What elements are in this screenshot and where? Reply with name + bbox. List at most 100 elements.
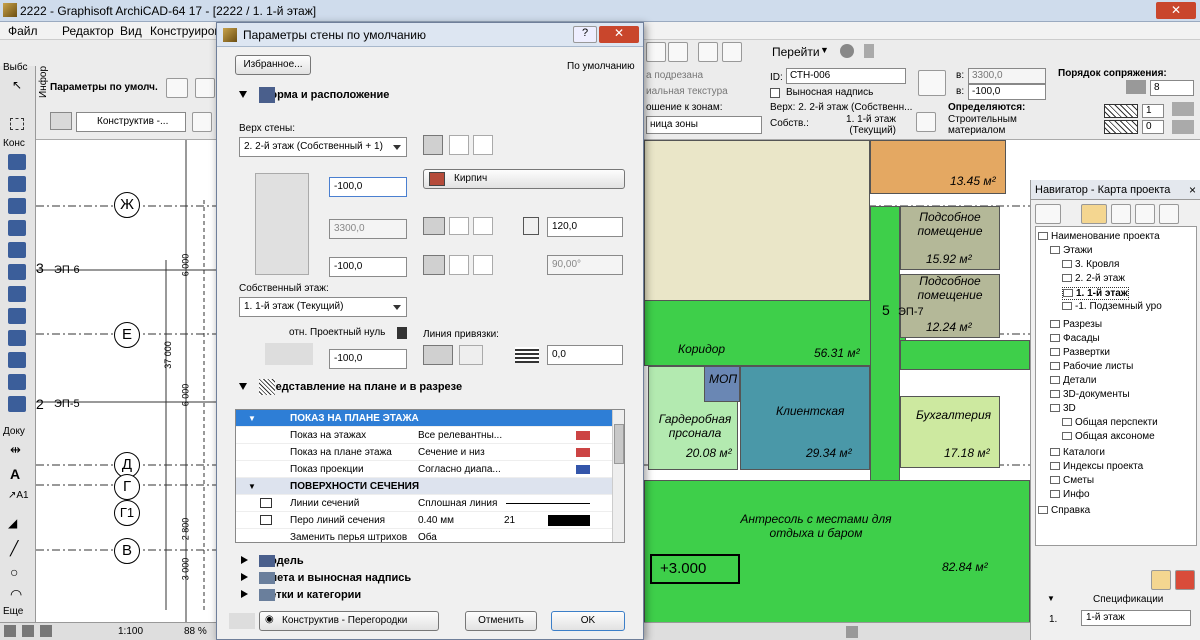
bottom-offset-field[interactable]: -100,0 bbox=[329, 257, 407, 277]
pen1-field[interactable]: 1 bbox=[1142, 104, 1164, 118]
toolbar-button-4[interactable] bbox=[722, 42, 742, 62]
tree-item[interactable]: Общая перспекти bbox=[1062, 417, 1158, 428]
section-plan-section[interactable]: Представление на плане и в разрезе bbox=[221, 379, 639, 395]
beam-icon[interactable] bbox=[8, 198, 26, 214]
room-green-small[interactable] bbox=[900, 340, 1030, 370]
straight-wall-icon[interactable] bbox=[423, 135, 443, 155]
mesh-icon[interactable] bbox=[8, 352, 26, 368]
tree-item[interactable]: 3D-документы bbox=[1050, 389, 1130, 400]
basic-wall-icon[interactable] bbox=[423, 217, 445, 235]
reference-line-select[interactable] bbox=[423, 345, 453, 365]
base-elevation-field[interactable]: -100,0 bbox=[329, 349, 407, 369]
line-icon[interactable]: ╱ bbox=[10, 540, 18, 557]
tree-item[interactable]: Справка bbox=[1038, 505, 1090, 516]
door-icon[interactable] bbox=[8, 242, 26, 258]
pen-color-1-icon[interactable] bbox=[1172, 102, 1194, 116]
join-order-field[interactable]: 8 bbox=[1150, 80, 1194, 96]
section-tags[interactable]: Метки и категории bbox=[221, 587, 639, 603]
profile-wall-icon[interactable] bbox=[473, 217, 493, 235]
column-icon[interactable] bbox=[8, 176, 26, 192]
toolbar-button-1[interactable] bbox=[646, 42, 666, 62]
own-story-select[interactable]: 1. 1-й этаж (Текущий) bbox=[239, 297, 407, 317]
tree-item-current[interactable]: 1. 1-й этаж bbox=[1062, 287, 1129, 300]
tree-item[interactable]: Наименование проекта bbox=[1038, 231, 1160, 242]
dialog-help-button[interactable]: ? bbox=[573, 26, 597, 43]
table-row[interactable]: Показ на плане этажа Сечение и низ bbox=[236, 444, 612, 461]
navigator-close-button[interactable]: × bbox=[1189, 183, 1196, 197]
tree-item[interactable]: Этажи bbox=[1050, 245, 1093, 256]
label-checkbox[interactable] bbox=[770, 88, 780, 98]
status-icon-3[interactable] bbox=[40, 625, 52, 637]
grid-axis-g[interactable]: Г bbox=[114, 474, 140, 500]
marquee-icon[interactable] bbox=[10, 118, 24, 130]
window-icon[interactable] bbox=[8, 220, 26, 236]
toolbar-button-2[interactable] bbox=[668, 42, 688, 62]
arrow-icon[interactable]: ↖ bbox=[12, 78, 22, 92]
cancel-button[interactable]: Отменить bbox=[465, 611, 537, 631]
table-row[interactable]: ▼ ПОВЕРХНОСТИ СЕЧЕНИЯ bbox=[236, 478, 612, 495]
spec-value-field[interactable]: 1-й этаж bbox=[1081, 610, 1191, 626]
wall-icon[interactable] bbox=[8, 154, 26, 170]
status-icon-2[interactable] bbox=[22, 625, 34, 637]
double-slanted-wall-icon[interactable] bbox=[473, 255, 493, 275]
shell-icon[interactable] bbox=[8, 308, 26, 324]
menu-view[interactable]: Вид bbox=[120, 24, 142, 38]
dialog-close-button[interactable]: ✕ bbox=[599, 26, 639, 43]
ok-button[interactable]: OK bbox=[551, 611, 625, 631]
scroll-left-icon[interactable] bbox=[846, 626, 858, 638]
table-row[interactable]: ▼ ПОКАЗ НА ПЛАНЕ ЭТАЖА bbox=[236, 410, 612, 427]
wall-tool-icon[interactable] bbox=[166, 78, 188, 98]
trapezoid-wall-icon[interactable] bbox=[449, 135, 469, 155]
window-close-button[interactable]: ✕ bbox=[1156, 2, 1196, 19]
reference-offset-field[interactable]: 0,0 bbox=[547, 345, 623, 365]
grid-axis-g1[interactable]: Г1 bbox=[114, 500, 140, 526]
table-row[interactable]: Показ проекции Согласно диапа... bbox=[236, 461, 612, 478]
tree-item[interactable]: 3D bbox=[1050, 403, 1076, 414]
circle-icon[interactable]: ○ bbox=[10, 564, 18, 580]
arrow-right-icon[interactable] bbox=[397, 327, 407, 339]
flip-reference-icon[interactable] bbox=[459, 345, 483, 365]
composite-wall-icon[interactable] bbox=[449, 217, 469, 235]
tree-item[interactable]: Индексы проекта bbox=[1050, 461, 1143, 472]
tree-item[interactable]: Каталоги bbox=[1050, 447, 1105, 458]
pen-color-2-icon[interactable] bbox=[1172, 120, 1194, 134]
section-geometry[interactable]: Форма и расположение bbox=[221, 87, 639, 103]
table-row[interactable]: Показ на этажах Все релевантны... bbox=[236, 427, 612, 444]
tree-item[interactable]: Сметы bbox=[1050, 475, 1094, 486]
grid-axis-zh[interactable]: Ж bbox=[114, 192, 140, 218]
tree-item[interactable]: -1. Подземный уро bbox=[1062, 301, 1162, 312]
own-story-icon[interactable] bbox=[916, 112, 936, 132]
person-icon[interactable] bbox=[864, 44, 874, 58]
polyline-icon[interactable]: ◠ bbox=[10, 586, 22, 603]
vertical-wall-icon[interactable] bbox=[423, 255, 445, 275]
status-icon-1[interactable] bbox=[4, 625, 16, 637]
thickness-field[interactable]: 120,0 bbox=[547, 217, 623, 237]
top-offset-field[interactable]: -100,0 bbox=[329, 177, 407, 197]
navigator-menu-icon[interactable] bbox=[1035, 204, 1061, 224]
grid-axis-e[interactable]: Е bbox=[114, 322, 140, 348]
dialog-structure-select[interactable]: Конструктив - Перегородки bbox=[259, 611, 439, 631]
table-row[interactable]: Заменить перья штрихов Оба bbox=[236, 529, 612, 542]
scroll-thumb[interactable] bbox=[614, 424, 624, 464]
tree-item[interactable]: Общая аксономе bbox=[1062, 431, 1155, 442]
angle-field[interactable]: 90,00° bbox=[547, 255, 623, 275]
room-corridor[interactable] bbox=[644, 300, 906, 366]
structure-select[interactable]: Конструктив -... bbox=[76, 112, 186, 132]
fill-pattern-icon[interactable] bbox=[1104, 104, 1138, 118]
menu-design[interactable]: Конструиров bbox=[150, 24, 221, 38]
table-scrollbar[interactable] bbox=[612, 410, 624, 542]
fill-icon[interactable]: ◢ bbox=[8, 516, 17, 530]
delete-icon[interactable] bbox=[1175, 570, 1195, 590]
depth-field[interactable]: -100,0 bbox=[968, 84, 1046, 100]
zone-icon[interactable] bbox=[8, 374, 26, 390]
layout-book-icon[interactable] bbox=[1135, 204, 1155, 224]
tree-item[interactable]: Инфо bbox=[1050, 489, 1090, 500]
slanted-wall-icon[interactable] bbox=[449, 255, 469, 275]
menu-edit[interactable]: Редактор bbox=[62, 24, 114, 38]
wall-geometry-icon[interactable] bbox=[195, 78, 215, 98]
id-field[interactable]: СТН-006 bbox=[786, 68, 906, 84]
zone-relation-select[interactable]: ница зоны bbox=[646, 116, 762, 134]
wall-height-field[interactable]: 3300,0 bbox=[329, 219, 407, 239]
section-listing[interactable]: Смета и выносная надпись bbox=[221, 570, 639, 586]
material-select[interactable]: Кирпич bbox=[423, 169, 625, 189]
